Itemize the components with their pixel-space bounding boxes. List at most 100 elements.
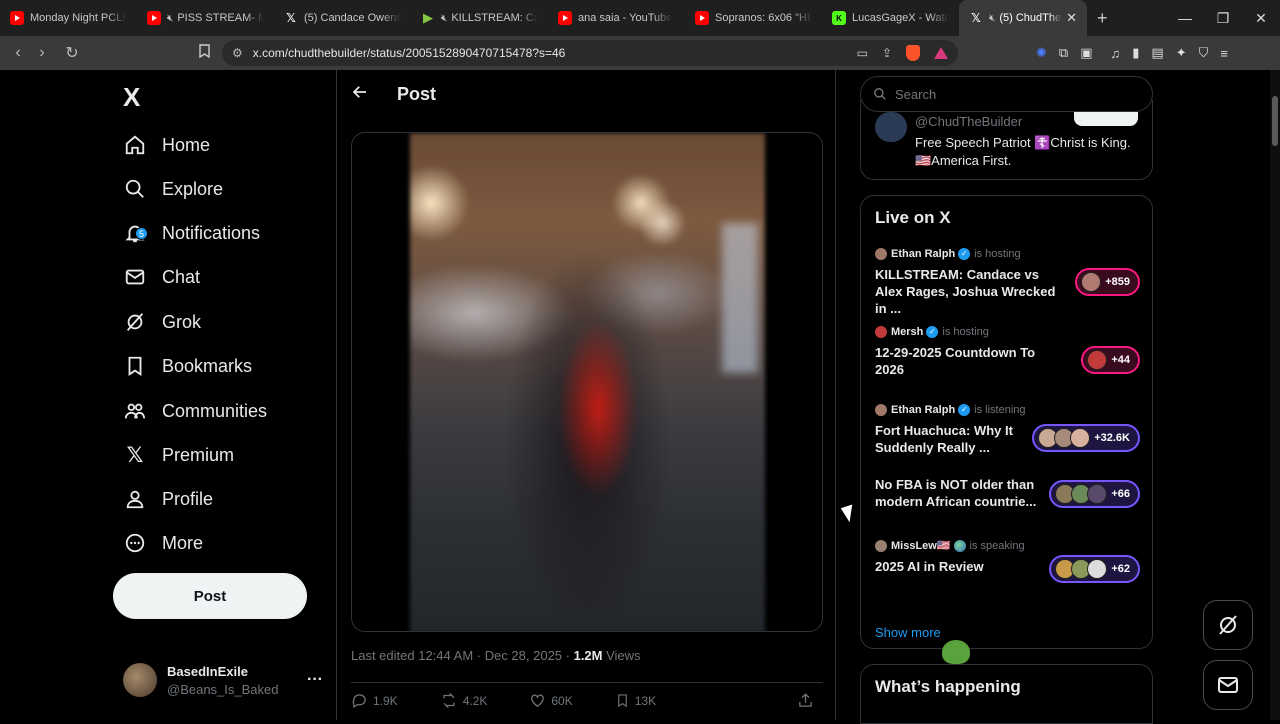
globe-icon — [953, 539, 966, 552]
avatar[interactable] — [875, 112, 907, 142]
listeners-pill[interactable]: +859 — [1075, 268, 1140, 296]
post-timestamp[interactable]: Last edited 12:44 AM · Dec 28, 2025 · — [351, 648, 574, 663]
mail-icon — [1218, 677, 1238, 693]
repost-button[interactable]: 4.2K — [440, 692, 487, 709]
nav-item-premium[interactable]: 𝕏 Premium — [123, 433, 234, 477]
nav-item-grok[interactable]: Grok — [123, 300, 201, 344]
views-label: Views — [602, 648, 641, 663]
back-arrow-icon[interactable] — [351, 83, 381, 106]
space-title: 2025 AI in Review — [875, 559, 984, 574]
brave-rewards-icon[interactable] — [934, 47, 948, 59]
wallet-icon[interactable]: ▤ — [1151, 45, 1163, 61]
listeners-pill[interactable]: +32.6K — [1032, 424, 1140, 452]
grok-floating-button[interactable] — [1203, 600, 1253, 650]
media-control-icon[interactable]: ♫ — [1111, 46, 1121, 61]
site-settings-icon[interactable]: ⚙ — [232, 46, 243, 60]
follow-button[interactable] — [1074, 112, 1138, 126]
forward-arrow-icon[interactable]: › — [30, 44, 54, 62]
nav-item-communities[interactable]: Communities — [123, 389, 267, 433]
nav-item-notifications[interactable]: 5 Notifications — [123, 211, 260, 255]
tab-title: Monday Night PCLII · Me — [30, 12, 127, 24]
right-sidebar: @ChudTheBuilder Free Speech Patriot ☦️Ch… — [860, 70, 1153, 724]
extension-icon[interactable]: ✺ — [1036, 45, 1047, 61]
show-more-link[interactable]: Show more — [875, 625, 941, 640]
bookmark-page-icon[interactable] — [192, 43, 216, 63]
muted-speaker-icon[interactable]: 🔇︎ — [441, 13, 447, 24]
space-title: No FBA is NOT older than modern African … — [875, 477, 1037, 509]
close-tab-icon[interactable]: ✕ — [1062, 10, 1077, 26]
video-player[interactable] — [351, 132, 823, 632]
menu-icon[interactable]: ≡ — [1220, 46, 1228, 61]
messages-floating-button[interactable] — [1203, 660, 1253, 710]
search-box[interactable] — [860, 76, 1153, 112]
vpn-icon[interactable]: ⛉ — [1199, 45, 1209, 61]
page-scrollbar[interactable] — [1270, 70, 1280, 720]
tab-title: KILLSTREAM: Can — [451, 12, 538, 24]
post-button[interactable]: Post — [113, 573, 307, 619]
listeners-pill[interactable]: +62 — [1049, 555, 1140, 583]
browser-tab[interactable]: 🔇︎ PISS STREAM- Me — [137, 0, 274, 36]
address-bar[interactable]: ⚙ x.com/chudthebuilder/status/2005152890… — [222, 40, 958, 66]
back-arrow-icon[interactable]: ‹ — [6, 44, 30, 62]
profile-card: @ChudTheBuilder Free Speech Patriot ☦️Ch… — [860, 100, 1153, 180]
leo-ai-icon[interactable]: ✦ — [1176, 45, 1187, 61]
sidebar-icon[interactable]: ▮ — [1132, 45, 1139, 61]
share-icon[interactable]: ⇪ — [882, 46, 892, 60]
live-space-item[interactable]: Ethan Ralph ✓ is hosting KILLSTREAM: Can… — [875, 248, 1140, 317]
bookmark-button[interactable]: 13K — [615, 692, 656, 709]
nav-item-bookmarks[interactable]: Bookmarks — [123, 344, 252, 388]
x-logo[interactable]: X — [123, 82, 140, 113]
nav-item-chat[interactable]: Chat — [123, 255, 200, 299]
account-switcher[interactable]: BasedInExile @Beans_Is_Baked ··· — [123, 660, 323, 700]
tab-title: (5) ChudTheBu — [999, 12, 1062, 24]
browser-tab[interactable]: K LucasGageX - Watch — [822, 0, 959, 36]
browser-tab[interactable]: ▶ 🔇︎ KILLSTREAM: Can — [411, 0, 548, 36]
live-space-item[interactable]: Ethan Ralph ✓ is listening Fort Huachuca… — [875, 404, 1140, 456]
profile-handle[interactable]: @ChudTheBuilder — [915, 114, 1022, 129]
close-window-button[interactable]: ✕ — [1242, 10, 1280, 27]
browser-tab[interactable]: 𝕏 (5) Candace Owens (@ — [274, 0, 411, 36]
browser-tab[interactable]: ana saia - YouTube — [548, 0, 685, 36]
video-frame[interactable] — [410, 133, 765, 631]
muted-speaker-icon[interactable]: 🔇︎ — [989, 13, 995, 24]
more-dots-icon[interactable]: ··· — [307, 671, 323, 689]
browser-tab[interactable]: Monday Night PCLII · Me — [0, 0, 137, 36]
verified-badge-icon: ✓ — [958, 404, 971, 416]
share-button[interactable] — [797, 692, 819, 709]
muted-speaker-icon[interactable]: 🔇︎ — [167, 13, 173, 24]
reply-icon — [352, 694, 366, 709]
nav-label: Premium — [162, 444, 235, 465]
heart-icon — [531, 694, 545, 707]
like-button[interactable]: 60K — [529, 692, 573, 709]
search-icon — [874, 88, 886, 100]
cast-icon[interactable]: ▭ — [857, 46, 868, 60]
browser-tab[interactable]: Sopranos: 6x06 "HE'S — [685, 0, 822, 36]
puzzle-extensions-icon[interactable]: ⧉ — [1059, 45, 1068, 61]
browser-tab-active[interactable]: 𝕏 🔇︎ (5) ChudTheBu ✕ — [959, 0, 1087, 36]
url-text[interactable]: x.com/chudthebuilder/status/200515289047… — [253, 46, 566, 60]
scrollbar-thumb[interactable] — [1272, 96, 1278, 146]
live-space-item[interactable]: Mersh ✓ is hosting 12-29-2025 Countdown … — [875, 326, 1140, 378]
browser-toolbar: ‹ › ↻ ⚙ x.com/chudthebuilder/status/2005… — [0, 36, 1280, 70]
live-space-item[interactable]: MissLew🇺🇸 is speaking 2025 AI in Review … — [875, 539, 1140, 583]
listener-count: +62 — [1111, 563, 1130, 575]
listeners-pill[interactable]: +66 — [1049, 480, 1140, 508]
listeners-pill[interactable]: +44 — [1081, 346, 1140, 374]
tab-search-icon[interactable]: ▣ — [1080, 45, 1092, 61]
maximize-button[interactable]: ❐ — [1204, 10, 1242, 27]
live-space-item[interactable]: No FBA is NOT older than modern African … — [875, 476, 1140, 510]
live-on-x-panel: Live on X Ethan Ralph ✓ is hosting KILLS… — [860, 195, 1153, 649]
host-status: is speaking — [969, 539, 1025, 552]
nav-item-profile[interactable]: Profile — [123, 477, 213, 521]
reload-icon[interactable]: ↻ — [60, 43, 84, 63]
brave-shields-icon[interactable] — [906, 45, 920, 61]
new-tab-button[interactable]: + — [1097, 8, 1108, 29]
nav-item-explore[interactable]: Explore — [123, 167, 223, 211]
nav-item-home[interactable]: Home — [123, 123, 210, 167]
frog-emoji-image — [942, 640, 970, 664]
grok-icon — [1219, 615, 1237, 635]
nav-item-more[interactable]: More — [123, 521, 203, 565]
minimize-button[interactable]: — — [1166, 10, 1204, 26]
search-input[interactable] — [895, 86, 1125, 102]
reply-button[interactable]: 1.9K — [351, 692, 398, 709]
